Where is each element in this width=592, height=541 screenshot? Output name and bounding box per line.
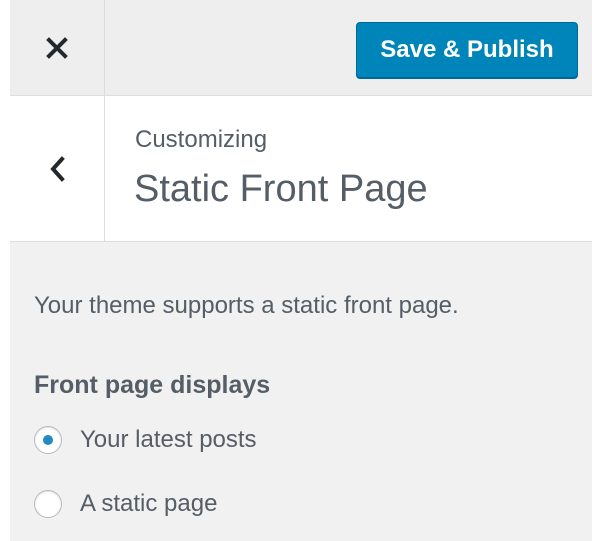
radio-option-static-page[interactable]: A static page <box>34 486 217 522</box>
back-button[interactable] <box>10 96 105 241</box>
save-publish-button[interactable]: Save & Publish <box>356 22 578 78</box>
close-icon <box>46 36 68 59</box>
customizer-header: Save & Publish <box>10 0 592 96</box>
customizing-label: Customizing <box>135 126 268 153</box>
radio-button-unchecked[interactable] <box>34 490 62 518</box>
radio-dot <box>43 435 53 445</box>
close-button[interactable] <box>10 0 105 95</box>
section-header: Customizing Static Front Page <box>10 96 592 242</box>
chevron-left-icon <box>50 155 65 182</box>
radio-label: Your latest posts <box>80 426 257 453</box>
radio-label: A static page <box>80 490 218 517</box>
customizer-panel: Save & Publish Customizing Static Front … <box>10 0 592 541</box>
front-page-displays-label: Front page displays <box>34 371 271 399</box>
section-title: Static Front Page <box>134 168 428 210</box>
radio-button-checked[interactable] <box>34 426 62 454</box>
radio-option-latest-posts[interactable]: Your latest posts <box>34 422 257 458</box>
section-description: Your theme supports a static front page. <box>34 292 459 319</box>
